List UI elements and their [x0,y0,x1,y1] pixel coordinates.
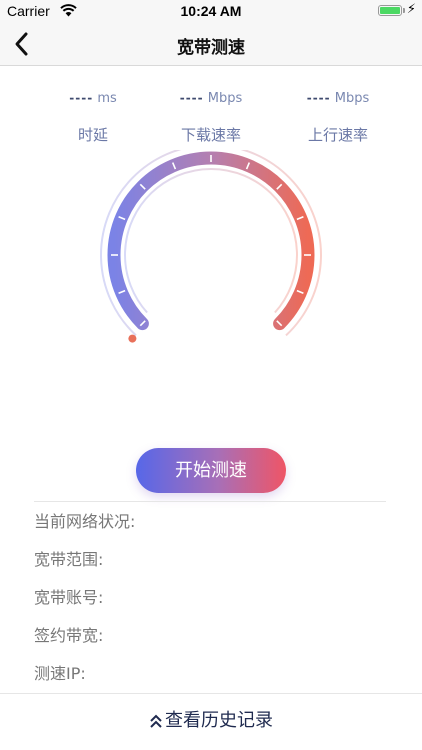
page-title: 宽带测速 [177,38,245,58]
status-bar: Carrier 10:24 AM ⚡ [0,0,422,22]
upload-value: ---- Mbps [268,88,408,108]
network-status-label: 当前网络状况: [34,512,136,531]
gauge-inner-ring [124,167,298,314]
download-unit: Mbps [207,91,243,106]
upload-number: ---- [306,91,331,105]
speed-gauge [100,150,322,343]
latency-number: ---- [69,91,94,105]
start-speed-test-button[interactable]: 开始测速 [136,448,286,493]
view-history-label: 查看历史记录 [165,710,273,731]
speed-stats: ---- ms 时延 ---- Mbps 下载速率 ---- Mbps 上行速率 [0,88,422,148]
upload-label: 上行速率 [307,126,368,144]
navigation-bar: 宽带测速 [0,22,422,66]
download-number: ---- [179,91,204,105]
clock: 10:24 AM [180,3,242,19]
broadband-account-label: 宽带账号: [34,588,104,607]
download-stat: ---- Mbps 下载速率 [141,88,281,145]
download-value: ---- Mbps [141,88,281,108]
upload-unit: Mbps [334,91,370,106]
contract-bandwidth-label: 签约带宽: [34,626,104,645]
upload-stat: ---- Mbps 上行速率 [268,88,408,145]
divider [34,501,386,502]
broadband-range-label: 宽带范围: [34,550,104,569]
gauge-arc [107,151,315,331]
view-history-button[interactable]: 查看历史记录 [0,693,422,750]
gauge-indicator-dot [128,334,137,343]
battery-icon [378,5,402,16]
latency-unit: ms [97,91,117,106]
download-label: 下载速率 [180,126,241,144]
network-info: 当前网络状况: 宽带范围: 宽带账号: 签约带宽: 测速IP: [34,509,135,699]
battery-tip [403,8,405,13]
charging-bolt-icon: ⚡ [406,2,416,17]
double-chevron-up-icon [150,714,162,728]
